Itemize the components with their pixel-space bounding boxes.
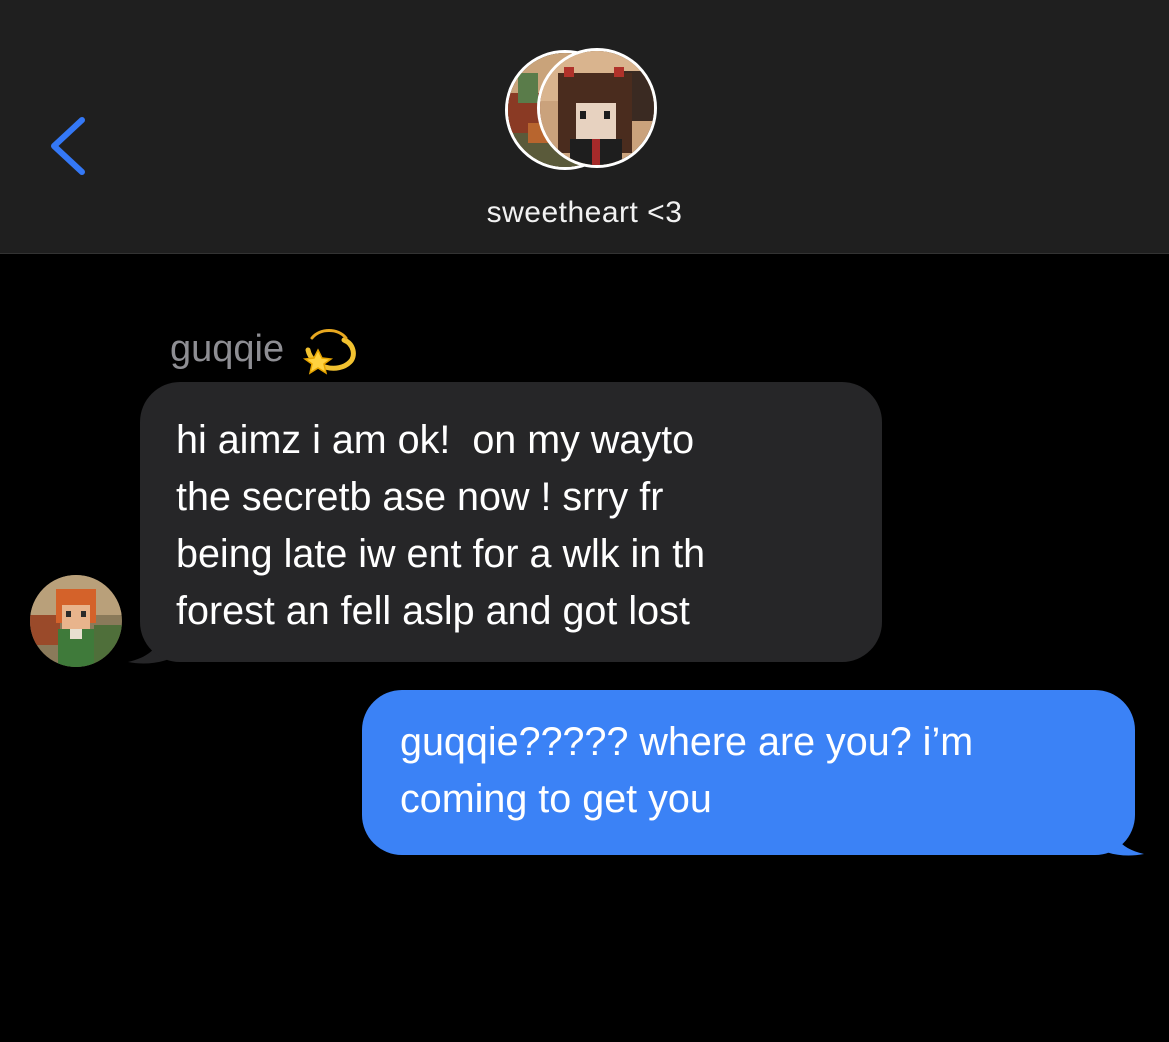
sender-name: guqqie: [170, 327, 285, 370]
group-avatars[interactable]: [505, 48, 665, 178]
outgoing-message-line: guqqie????? where are you? i’m: [400, 720, 974, 764]
outgoing-message-bubble[interactable]: guqqie????? where are you? i’m coming to…: [362, 690, 1135, 855]
incoming-message-line: the secretb ase now ! srry fr: [176, 475, 664, 519]
contact-avatar-primary: [537, 48, 657, 168]
chevron-left-icon: [51, 117, 85, 175]
dizzy-emoji-icon: [303, 329, 356, 375]
incoming-message-line: being late iw ent for a wlk in th: [176, 532, 706, 576]
incoming-message-bubble[interactable]: hi aimz i am ok! on my wayto the secretb…: [140, 382, 882, 662]
conversation-header: sweetheart <3: [0, 0, 1169, 254]
sender-name-row: guqqie: [170, 318, 360, 380]
incoming-message-line: hi aimz i am ok! on my wayto: [176, 418, 695, 462]
sender-avatar[interactable]: [30, 575, 122, 667]
incoming-message-line: forest an fell aslp and got lost: [176, 589, 690, 633]
outgoing-message-line: coming to get you: [400, 777, 712, 821]
contact-name[interactable]: sweetheart <3: [0, 196, 1169, 230]
back-button[interactable]: [38, 106, 102, 186]
